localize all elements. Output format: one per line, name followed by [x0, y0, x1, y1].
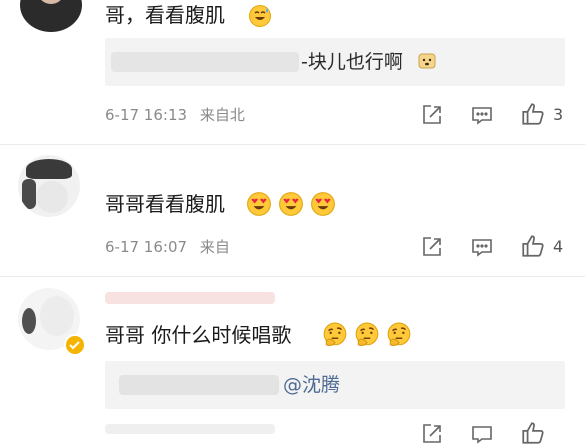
like-count: 4: [553, 237, 564, 256]
avatar[interactable]: [18, 155, 80, 217]
heart-eyes-emoji: [279, 192, 303, 216]
blurred-username: [119, 375, 279, 395]
reply-text: -块儿也行啊: [301, 51, 403, 73]
thinking-emoji: [387, 322, 411, 347]
thumbs-up-icon[interactable]: [520, 420, 546, 446]
comment-source: 来自: [199, 238, 230, 256]
dog-face-emoji: [418, 53, 436, 69]
comment-text: 哥哥 你什么时候唱歌: [105, 323, 292, 347]
comment-icon[interactable]: [470, 235, 494, 259]
blurred-username: [105, 292, 275, 304]
share-icon[interactable]: [420, 103, 444, 127]
sweat-smile-emoji: [249, 5, 271, 27]
avatar[interactable]: [20, 0, 82, 32]
comment-text: 哥哥看看腹肌: [105, 192, 225, 216]
comment-meta: 6-17 16:07 来自: [105, 238, 230, 256]
comment-date: 6-17 16:13: [105, 106, 188, 124]
thinking-emoji: [355, 322, 379, 347]
blurred-meta: [105, 424, 275, 434]
blurred-username: [111, 52, 299, 72]
thumbs-up-icon[interactable]: [520, 101, 546, 127]
share-icon[interactable]: [420, 235, 444, 259]
comment-source: 来自北: [199, 106, 245, 124]
heart-eyes-emoji: [311, 192, 335, 216]
comment-icon[interactable]: [470, 422, 494, 446]
share-icon[interactable]: [420, 422, 444, 446]
divider: [0, 276, 585, 277]
divider: [0, 144, 585, 145]
thumbs-up-icon[interactable]: [520, 233, 546, 259]
like-count: 3: [553, 105, 564, 124]
comment-meta: 6-17 16:13 来自北: [105, 106, 245, 124]
comment-icon[interactable]: [470, 103, 494, 127]
reply-box[interactable]: -块儿也行啊: [105, 38, 565, 86]
heart-eyes-emoji: [247, 192, 271, 216]
comment-date: 6-17 16:07: [105, 238, 188, 256]
reply-box[interactable]: @沈腾: [105, 361, 565, 409]
verified-badge: [64, 334, 86, 356]
reply-mention[interactable]: @沈腾: [283, 373, 340, 397]
comment-text: 哥，看看腹肌: [105, 3, 225, 27]
thinking-emoji: [323, 322, 347, 347]
